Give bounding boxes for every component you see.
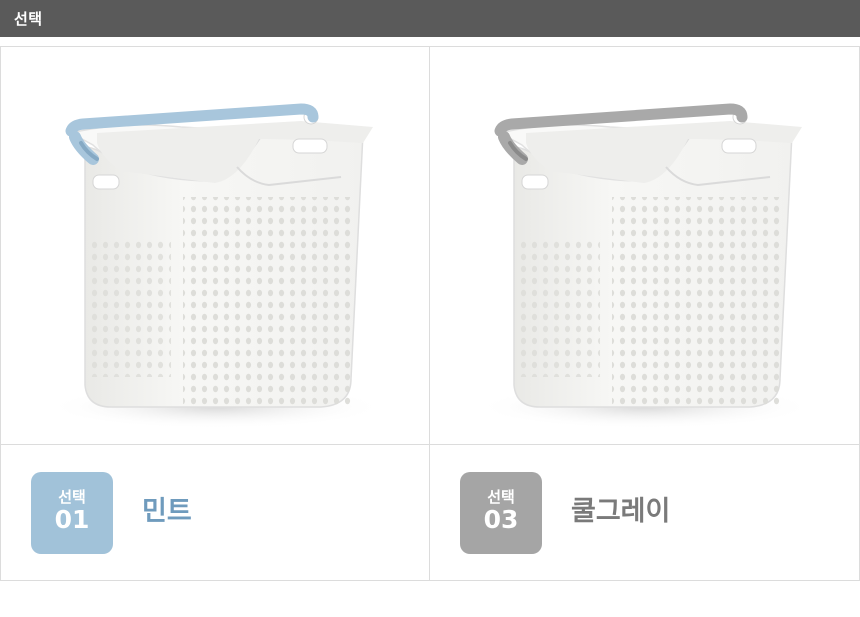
option-badge: 선택 03 xyxy=(460,472,542,554)
product-image-option-03[interactable] xyxy=(430,47,858,444)
badge-word: 선택 xyxy=(487,488,515,506)
header-title: 선택 xyxy=(14,10,43,28)
option-label-01[interactable]: 선택 01 민트 xyxy=(1,445,429,580)
badge-number: 03 xyxy=(483,505,519,534)
badge-number: 01 xyxy=(54,505,90,534)
badge-word: 선택 xyxy=(58,488,86,506)
option-badge: 선택 01 xyxy=(31,472,113,554)
product-image-option-01[interactable] xyxy=(1,47,429,444)
option-name: 쿨그레이 xyxy=(571,496,671,527)
header-bar: 선택 xyxy=(0,0,860,37)
option-label-03[interactable]: 선택 03 쿨그레이 xyxy=(430,445,858,580)
option-name: 민트 xyxy=(142,496,192,527)
